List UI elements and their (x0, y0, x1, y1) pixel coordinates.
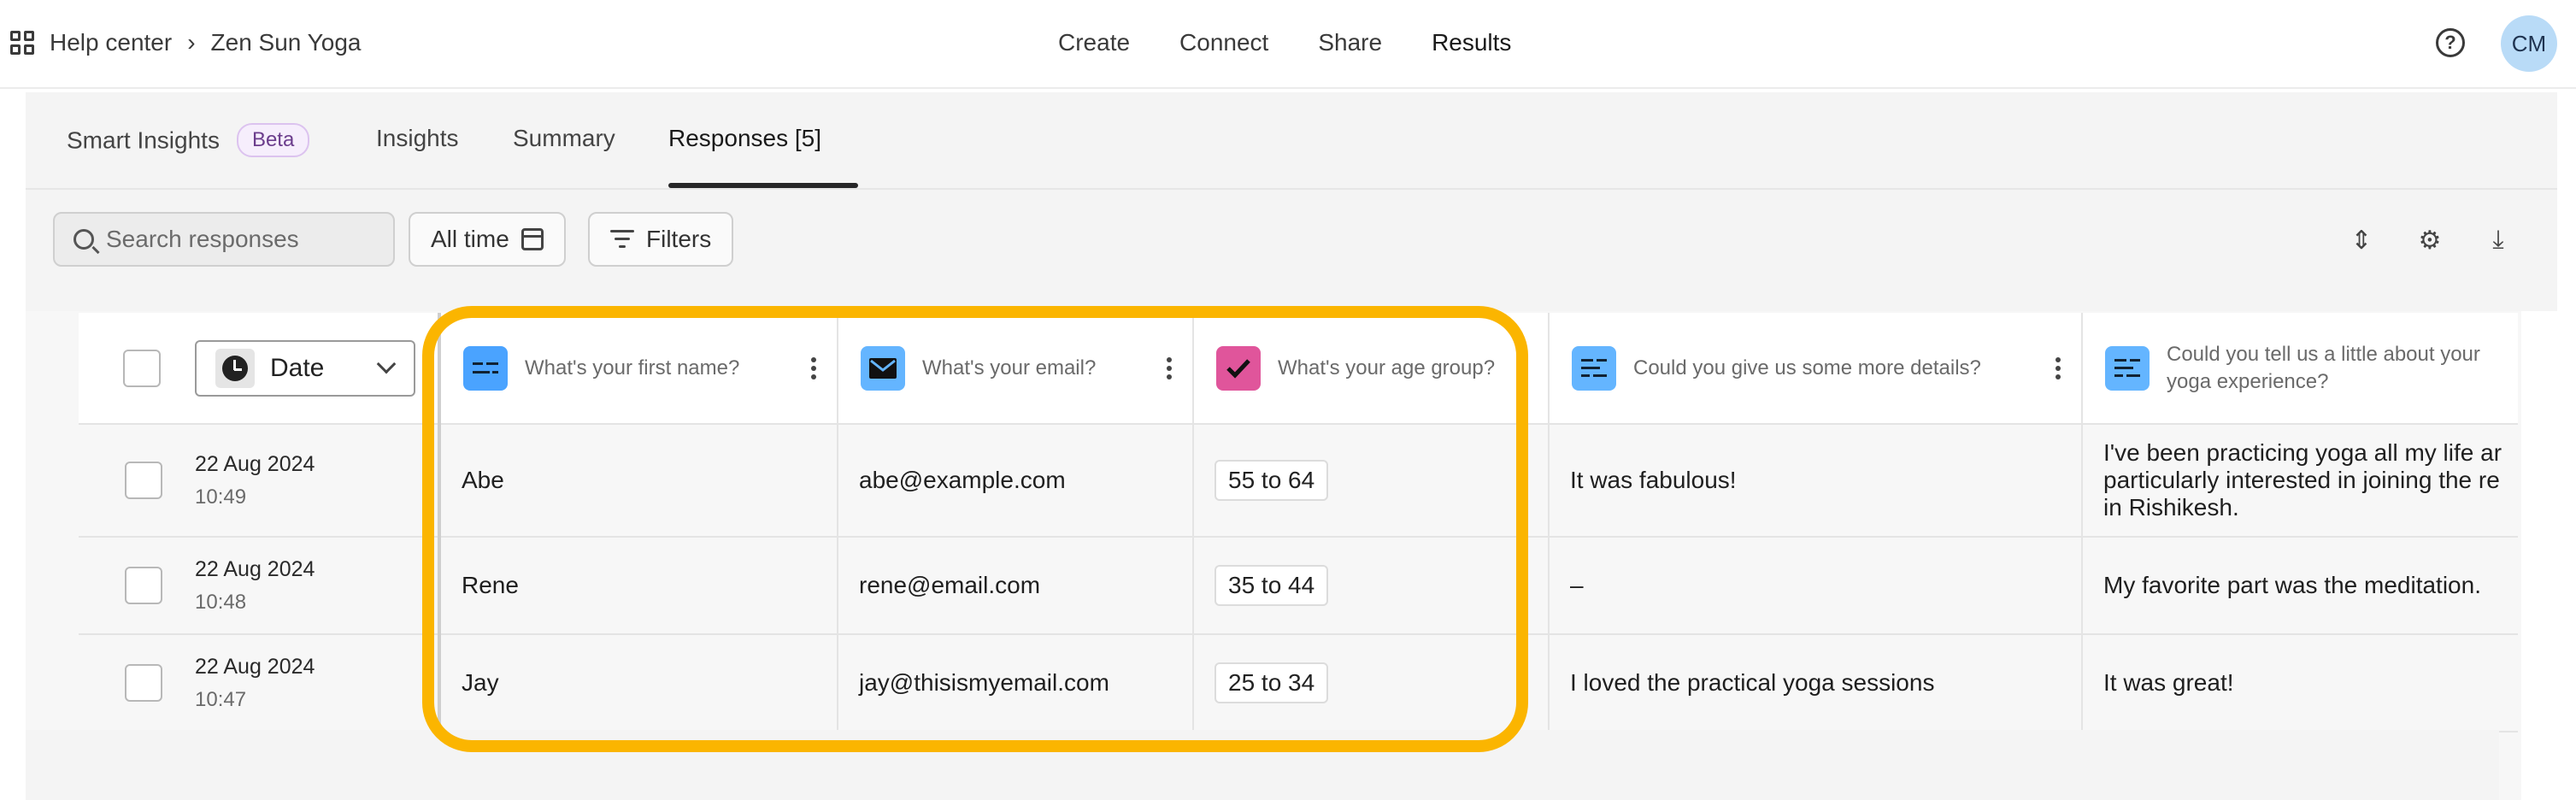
top-navigation: Create Connect Share Results (1058, 0, 1511, 85)
answer-experience-line: in Rishikesh. (2103, 494, 2239, 521)
nav-share[interactable]: Share (1318, 29, 1382, 56)
response-time: 10:49 (195, 485, 247, 509)
row-checkbox[interactable] (125, 462, 162, 499)
search-responses-input[interactable]: Search responses (53, 212, 395, 267)
row-height-icon[interactable]: ⇕ (2347, 226, 2376, 255)
search-icon (74, 229, 94, 250)
column-menu-icon[interactable] (2056, 356, 2061, 379)
answer-details: It was fabulous! (1549, 424, 2083, 538)
answer-experience: It was great! (2082, 634, 2518, 732)
select-all-checkbox[interactable] (123, 349, 161, 387)
breadcrumb-current: Zen Sun Yoga (210, 29, 362, 56)
tab-summary[interactable]: Summary (513, 125, 615, 152)
avatar[interactable]: CM (2501, 15, 2557, 72)
breadcrumb-home[interactable]: Help center (50, 29, 172, 56)
answer-details: I loved the practical yoga sessions (1549, 634, 2083, 732)
tab-responses[interactable]: Responses [5] (668, 125, 821, 152)
highlight-annotation (422, 306, 1528, 752)
date-column-label: Date (270, 353, 325, 382)
long-text-icon (2105, 345, 2150, 391)
response-date: 22 Aug 2024 (195, 451, 315, 476)
long-text-icon (1572, 345, 1616, 391)
response-date: 22 Aug 2024 (195, 654, 315, 679)
question-label: Could you tell us a little about your yo… (2167, 342, 2480, 393)
filter-icon (610, 230, 634, 249)
nav-create[interactable]: Create (1058, 29, 1130, 56)
time-filter-button[interactable]: All time (409, 212, 566, 267)
breadcrumb: Help center › Zen Sun Yoga (10, 0, 361, 85)
answer-experience-line: I've been practicing yoga all my life ar (2103, 439, 2502, 466)
chevron-down-icon (376, 354, 397, 374)
row-checkbox[interactable] (125, 664, 162, 702)
help-icon[interactable]: ? (2436, 28, 2465, 57)
row-checkbox[interactable] (125, 567, 162, 604)
date-header: Date (174, 313, 441, 425)
apps-grid-icon[interactable] (10, 31, 34, 55)
answer-experience-line: particularly interested in joining the r… (2103, 467, 2500, 493)
date-column-select[interactable]: Date (195, 339, 415, 397)
clock-icon (215, 348, 255, 388)
answer-experience: My favorite part was the meditation. (2082, 537, 2518, 635)
beta-badge: Beta (236, 123, 310, 157)
search-placeholder: Search responses (106, 226, 299, 252)
filters-button[interactable]: Filters (588, 212, 734, 267)
filters-label: Filters (646, 226, 712, 252)
tab-smart-insights-label: Smart Insights (67, 126, 220, 154)
gear-icon[interactable]: ⚙ (2415, 226, 2444, 255)
question-label: Could you give us some more details? (1633, 356, 1981, 379)
answer-details: – (1549, 537, 2083, 635)
results-tabs: Smart Insights Beta Insights Summary Resp… (26, 92, 2557, 190)
question-header[interactable]: Could you give us some more details? (1549, 313, 2083, 425)
response-time: 10:48 (195, 590, 247, 614)
time-filter-label: All time (431, 226, 509, 252)
tab-insights[interactable]: Insights (376, 125, 459, 152)
nav-connect[interactable]: Connect (1179, 29, 1268, 56)
download-icon[interactable]: ⤓ (2484, 226, 2513, 255)
active-tab-indicator (668, 183, 858, 188)
nav-results[interactable]: Results (1432, 29, 1511, 56)
calendar-icon (520, 228, 544, 250)
response-date: 22 Aug 2024 (195, 556, 315, 581)
question-header[interactable]: Could you tell us a little about your yo… (2082, 313, 2518, 425)
tab-smart-insights[interactable]: Smart Insights Beta (67, 123, 310, 159)
top-bar: Help center › Zen Sun Yoga Create Connec… (0, 0, 2576, 89)
select-all-cell (79, 313, 174, 425)
response-time: 10:47 (195, 687, 247, 711)
chevron-right-icon: › (187, 29, 196, 56)
